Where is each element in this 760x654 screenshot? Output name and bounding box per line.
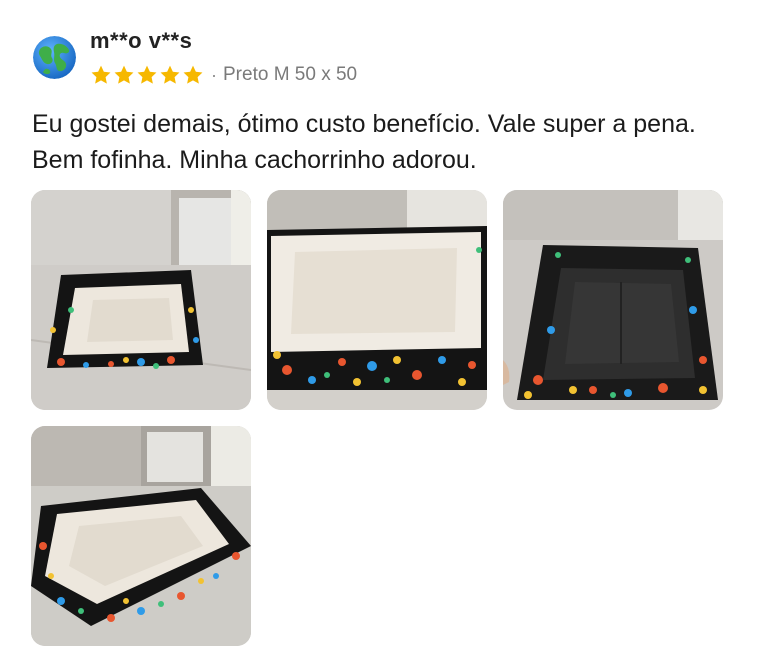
- product-variant: Preto M 50 x 50: [223, 64, 358, 85]
- review-card: m**o v**s · Preto M 50 x 50 Eu gostei de…: [0, 0, 760, 654]
- review-photo-3[interactable]: [503, 190, 723, 410]
- review-photo-4[interactable]: [31, 426, 251, 646]
- star-rating: [90, 64, 205, 86]
- star-icon: [136, 64, 158, 86]
- star-icon: [113, 64, 135, 86]
- review-text: Eu gostei demais, ótimo custo benefício.…: [32, 110, 696, 174]
- star-icon: [90, 64, 112, 86]
- review-photo-1[interactable]: [31, 190, 251, 410]
- globe-icon: [33, 36, 76, 79]
- review-photo-2[interactable]: [267, 190, 487, 410]
- reviewer-name: m**o v**s: [90, 28, 193, 53]
- star-icon: [182, 64, 204, 86]
- reviewer-avatar: [33, 36, 76, 79]
- star-icon: [159, 64, 181, 86]
- rating-row: · Preto M 50 x 50: [90, 62, 357, 88]
- separator-dot: ·: [211, 65, 217, 85]
